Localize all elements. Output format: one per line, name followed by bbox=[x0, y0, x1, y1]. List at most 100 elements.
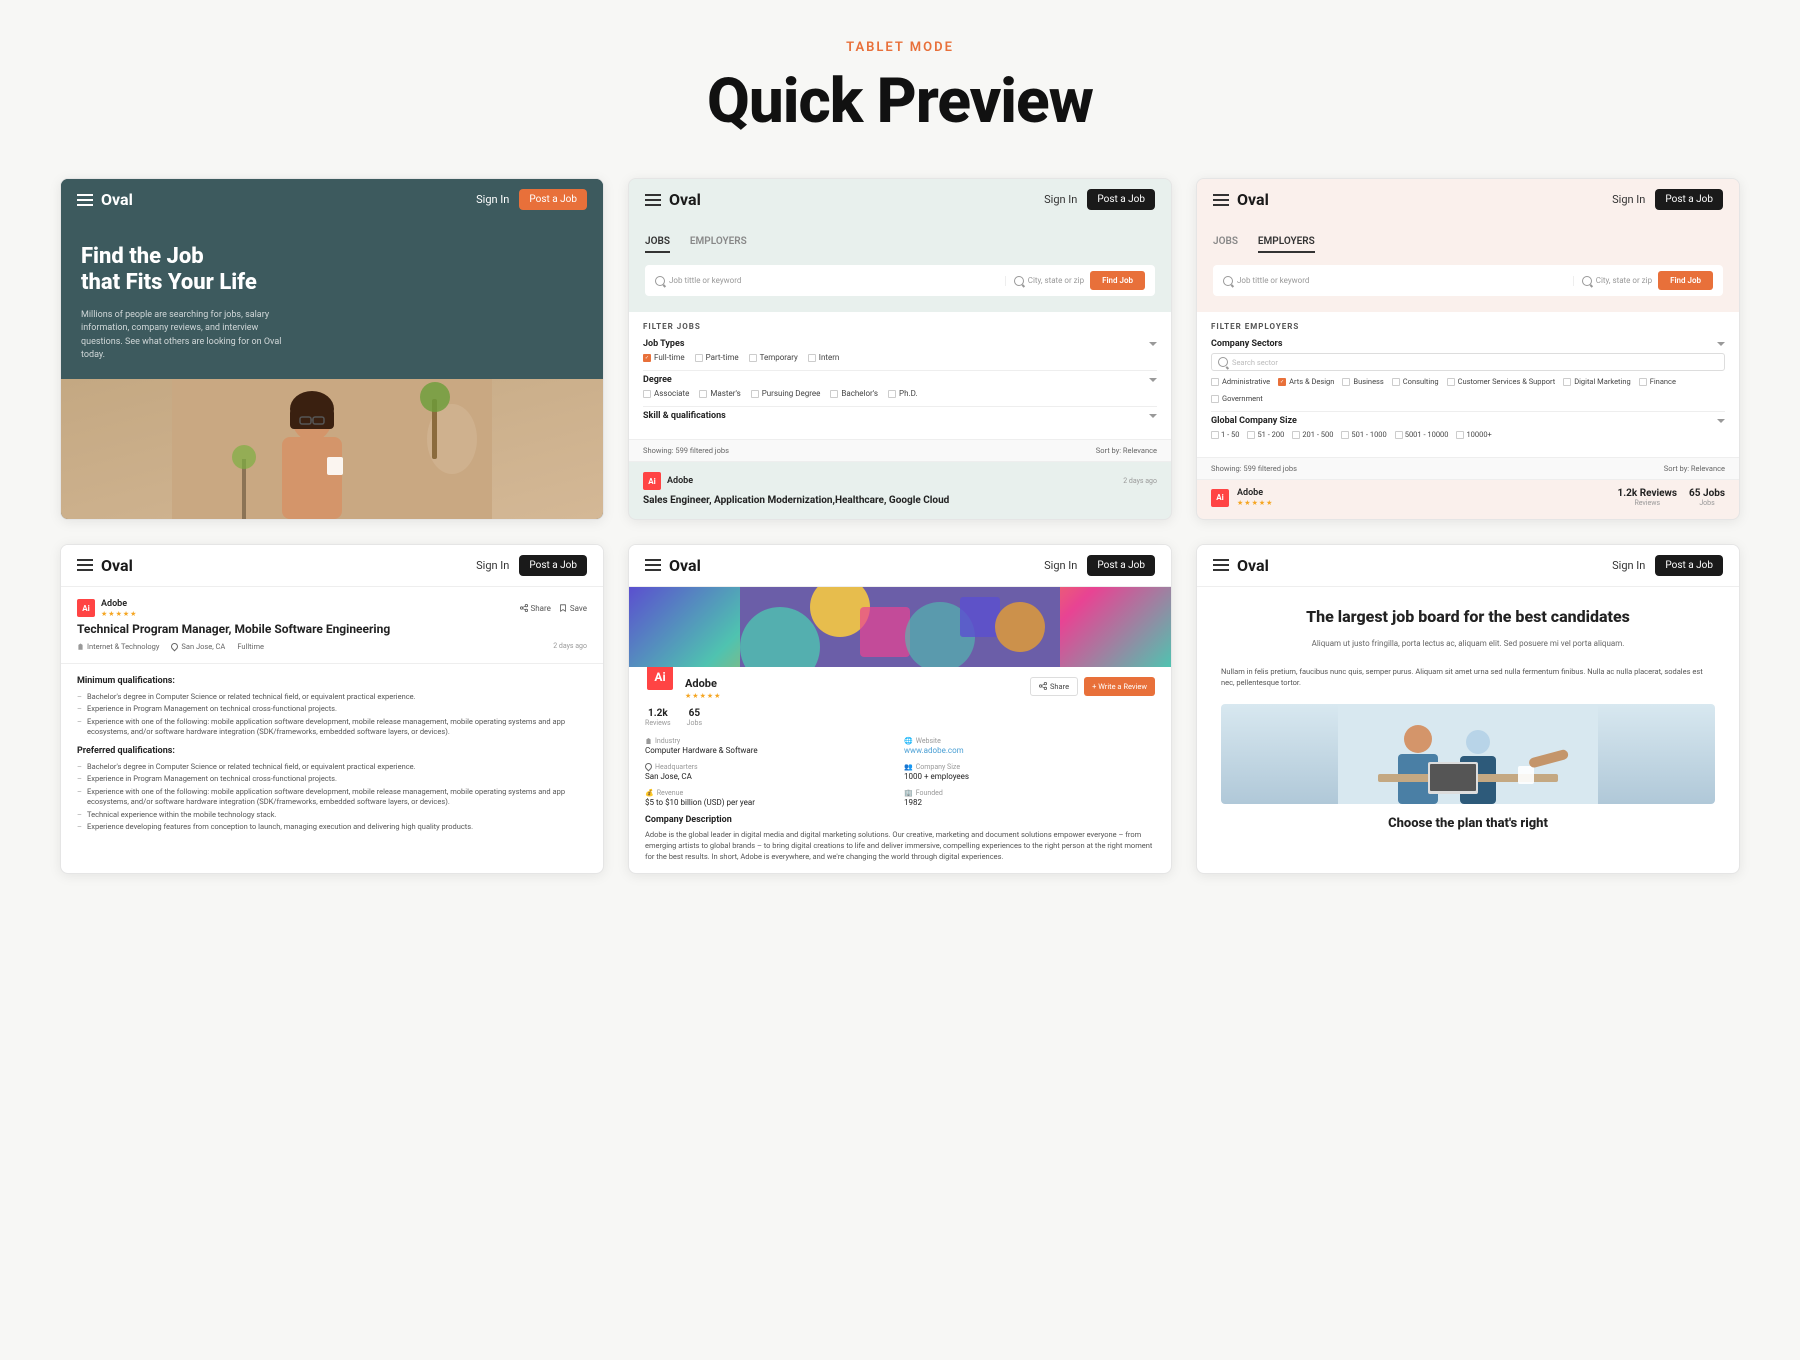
checkbox-temporary[interactable] bbox=[749, 354, 757, 362]
find-job-button[interactable]: Find Job bbox=[1090, 271, 1145, 290]
nav-card1: Oval Sign In Post a Job bbox=[61, 179, 603, 220]
filter-phd[interactable]: Ph.D. bbox=[888, 389, 918, 398]
sign-in-button-3[interactable]: Sign In bbox=[1612, 193, 1645, 206]
checkbox-masters[interactable] bbox=[699, 390, 707, 398]
filter-pursuing[interactable]: Pursuing Degree bbox=[751, 389, 821, 398]
tab-jobs[interactable]: JOBS bbox=[645, 236, 670, 253]
post-job-button-6[interactable]: Post a Job bbox=[1655, 555, 1723, 576]
checkbox-size-5[interactable] bbox=[1395, 431, 1403, 439]
hamburger-icon-5[interactable] bbox=[645, 559, 661, 571]
search-input[interactable]: Job tittle or keyword bbox=[669, 276, 741, 285]
size-5001-10000[interactable]: 5001 - 10000 bbox=[1395, 430, 1449, 439]
sign-in-button-6[interactable]: Sign In bbox=[1612, 559, 1645, 572]
industry-label: Industry bbox=[645, 737, 896, 745]
checkbox-government[interactable] bbox=[1211, 395, 1219, 403]
sector-finance[interactable]: Finance bbox=[1639, 377, 1676, 386]
website-value[interactable]: www.adobe.com bbox=[904, 746, 1155, 755]
min-qual-list: Bachelor's degree in Computer Science or… bbox=[77, 692, 587, 738]
filter-masters[interactable]: Master's bbox=[699, 389, 740, 398]
pstar-4: ★ bbox=[707, 692, 713, 700]
sector-search-input[interactable]: Search sector bbox=[1232, 358, 1278, 367]
type-meta: Fulltime bbox=[237, 642, 264, 651]
location-input[interactable]: City, state or zip bbox=[1028, 276, 1084, 285]
checkbox-size-1[interactable] bbox=[1211, 431, 1219, 439]
checkbox-finance[interactable] bbox=[1639, 378, 1647, 386]
company-row: Ai Adobe 2 days ago bbox=[643, 472, 1157, 490]
checkbox-bachelors[interactable] bbox=[830, 390, 838, 398]
sector-business[interactable]: Business bbox=[1342, 377, 1383, 386]
tab-jobs-3[interactable]: JOBS bbox=[1213, 236, 1238, 253]
size-10000-plus[interactable]: 10000+ bbox=[1456, 430, 1491, 439]
size-501-1000[interactable]: 501 - 1000 bbox=[1341, 430, 1386, 439]
hamburger-icon-2[interactable] bbox=[645, 194, 661, 206]
oval-logo-6: Oval bbox=[1237, 556, 1269, 575]
location-input-3[interactable]: City, state or zip bbox=[1596, 276, 1652, 285]
checkbox-size-4[interactable] bbox=[1341, 431, 1349, 439]
filter-bachelors[interactable]: Bachelor's bbox=[830, 389, 878, 398]
hamburger-icon-4[interactable] bbox=[77, 559, 93, 571]
filter-fulltime[interactable]: ✓ Full-time bbox=[643, 353, 685, 362]
card-job-detail: Oval Sign In Post a Job Ai Adobe ★ ★ ★ bbox=[60, 544, 604, 874]
sector-arts[interactable]: ✓ Arts & Design bbox=[1278, 377, 1334, 386]
star-d2: ★ bbox=[108, 610, 114, 618]
save-button[interactable]: Save bbox=[559, 604, 587, 613]
hamburger-icon[interactable] bbox=[77, 194, 93, 206]
checkbox-consulting[interactable] bbox=[1392, 378, 1400, 386]
sector-consulting[interactable]: Consulting bbox=[1392, 377, 1439, 386]
checkbox-admin[interactable] bbox=[1211, 378, 1219, 386]
checkbox-digital[interactable] bbox=[1563, 378, 1571, 386]
hamburger-icon-3[interactable] bbox=[1213, 194, 1229, 206]
company-name: Adobe bbox=[667, 476, 693, 486]
sign-in-button[interactable]: Sign In bbox=[476, 193, 509, 206]
size-201-500[interactable]: 201 - 500 bbox=[1292, 430, 1333, 439]
write-review-button[interactable]: + Write a Review bbox=[1084, 677, 1155, 696]
marketing-title: The largest job board for the best candi… bbox=[1221, 607, 1715, 626]
filter-intern[interactable]: Intern bbox=[808, 353, 840, 362]
tab-employers-3[interactable]: EMPLOYERS bbox=[1258, 236, 1315, 253]
hamburger-icon-6[interactable] bbox=[1213, 559, 1229, 571]
search-section-3: JOBS EMPLOYERS Job tittle or keyword Cit… bbox=[1197, 220, 1739, 312]
checkbox-size-6[interactable] bbox=[1456, 431, 1464, 439]
sector-government[interactable]: Government bbox=[1211, 394, 1263, 403]
sign-in-button-5[interactable]: Sign In bbox=[1044, 559, 1077, 572]
filter-associate[interactable]: Associate bbox=[643, 389, 689, 398]
checkbox-business[interactable] bbox=[1342, 378, 1350, 386]
filter-temporary[interactable]: Temporary bbox=[749, 353, 798, 362]
hero-desc: Millions of people are searching for job… bbox=[81, 309, 301, 363]
job-detail-body: Minimum qualifications: Bachelor's degre… bbox=[61, 664, 603, 847]
checkbox-arts[interactable]: ✓ bbox=[1278, 378, 1286, 386]
website-label: 🌐 Website bbox=[904, 737, 1155, 745]
checkbox-size-3[interactable] bbox=[1292, 431, 1300, 439]
job-listing-title[interactable]: Sales Engineer, Application Modernizatio… bbox=[643, 494, 1157, 507]
tab-employers[interactable]: EMPLOYERS bbox=[690, 236, 747, 253]
checkbox-parttime[interactable] bbox=[695, 354, 703, 362]
sign-in-button-2[interactable]: Sign In bbox=[1044, 193, 1077, 206]
post-job-button-3[interactable]: Post a Job bbox=[1655, 189, 1723, 210]
checkbox-associate[interactable] bbox=[643, 390, 651, 398]
sector-customer[interactable]: Customer Services & Support bbox=[1447, 377, 1556, 386]
post-job-button-2[interactable]: Post a Job bbox=[1087, 189, 1155, 210]
sector-search[interactable]: Search sector bbox=[1211, 353, 1725, 371]
post-job-button-4[interactable]: Post a Job bbox=[519, 555, 587, 576]
find-job-button-3[interactable]: Find Job bbox=[1658, 271, 1713, 290]
checkbox-size-2[interactable] bbox=[1247, 431, 1255, 439]
checkbox-customer[interactable] bbox=[1447, 378, 1455, 386]
share-profile-button[interactable]: Share bbox=[1030, 677, 1078, 696]
post-job-button-5[interactable]: Post a Job bbox=[1087, 555, 1155, 576]
size-1-50[interactable]: 1 - 50 bbox=[1211, 430, 1239, 439]
search-input-3[interactable]: Job tittle or keyword bbox=[1237, 276, 1309, 285]
stars-row: ★ ★ ★ ★ ★ bbox=[1237, 499, 1610, 507]
sign-in-button-4[interactable]: Sign In bbox=[476, 559, 509, 572]
checkbox-intern[interactable] bbox=[808, 354, 816, 362]
job-actions: Share Save bbox=[520, 604, 588, 613]
size-51-200[interactable]: 51 - 200 bbox=[1247, 430, 1284, 439]
sector-digital[interactable]: Digital Marketing bbox=[1563, 377, 1631, 386]
sector-administrative[interactable]: Administrative bbox=[1211, 377, 1270, 386]
checkbox-fulltime[interactable]: ✓ bbox=[643, 354, 651, 362]
share-button[interactable]: Share bbox=[520, 604, 551, 613]
checkbox-phd[interactable] bbox=[888, 390, 896, 398]
post-job-button[interactable]: Post a Job bbox=[519, 189, 587, 210]
checkbox-pursuing[interactable] bbox=[751, 390, 759, 398]
marketing-body: The largest job board for the best candi… bbox=[1197, 587, 1739, 873]
filter-parttime[interactable]: Part-time bbox=[695, 353, 739, 362]
